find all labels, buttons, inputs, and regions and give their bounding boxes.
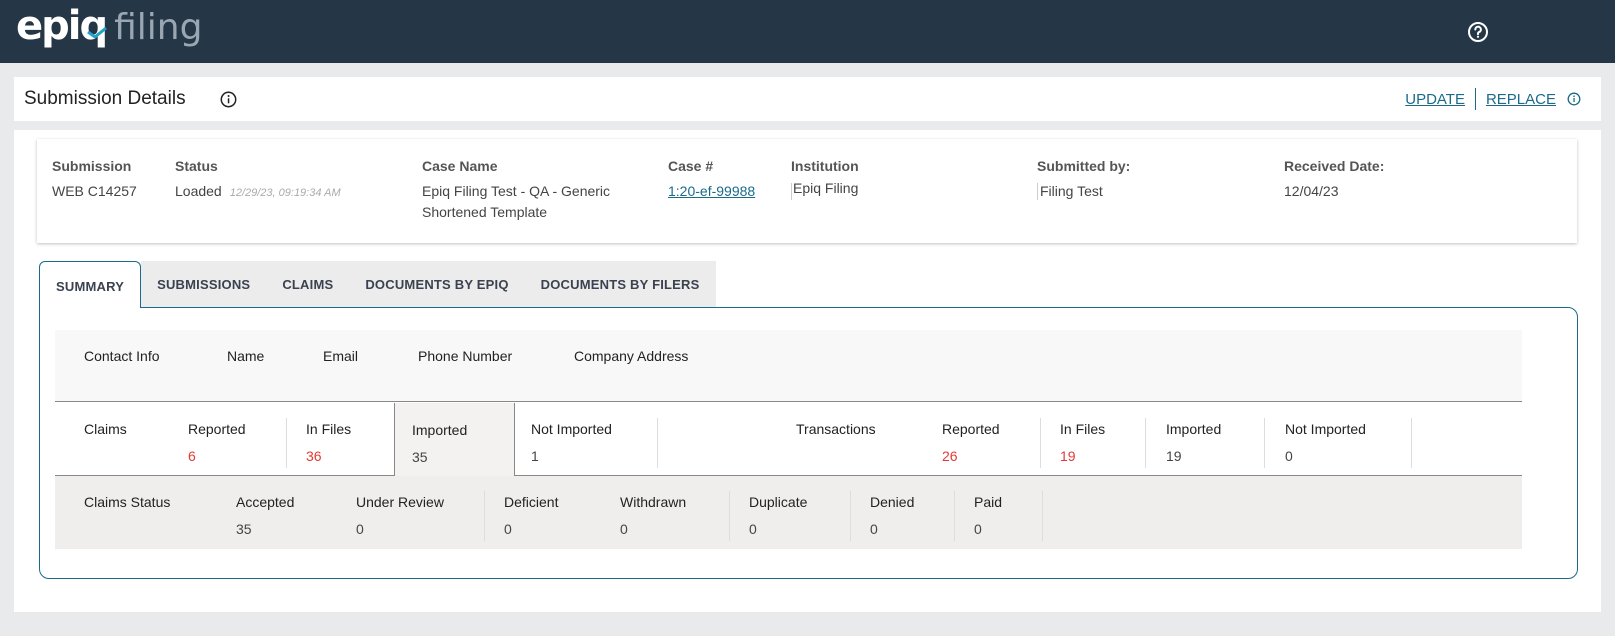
main-card: Submission WEB C14257 Status Loaded 12/29…: [14, 130, 1601, 612]
withdrawn-label: Withdrawn: [620, 494, 687, 510]
divider: [850, 491, 851, 541]
divider: [484, 491, 485, 541]
tab-submissions[interactable]: SUBMISSIONS: [141, 261, 267, 307]
transactions-in-files-label: In Files: [1060, 421, 1106, 437]
contact-info-label: Contact Info: [84, 348, 160, 364]
duplicate-value: 0: [749, 521, 757, 537]
submission-actions: UPDATE REPLACE: [1405, 88, 1556, 110]
divider: [1145, 418, 1146, 468]
case-number-link[interactable]: 1:20-ef-99988: [668, 181, 755, 202]
case-name-line: Shortened Template: [422, 204, 548, 220]
divider: [1474, 88, 1476, 110]
claims-status-label: Claims Status: [84, 494, 171, 510]
case-name-line: Epiq Filing Test - QA - Generic: [422, 183, 611, 199]
claims-not-imported-value: 1: [531, 448, 539, 464]
claims-transactions-row: Claims Reported 6 In Files 36 Imported 3…: [55, 403, 1522, 477]
tab-summary[interactable]: SUMMARY: [39, 261, 142, 308]
submission-value: WEB C14257: [52, 183, 137, 199]
page-title: Submission Details: [24, 88, 186, 109]
submission-label: Submission: [52, 158, 132, 174]
under-review-label: Under Review: [356, 494, 444, 510]
institution-value: Epiq Filing: [793, 180, 859, 196]
case-name-label: Case Name: [422, 158, 498, 174]
divider: [286, 418, 287, 468]
duplicate-label: Duplicate: [749, 494, 808, 510]
transactions-not-imported-label: Not Imported: [1285, 421, 1366, 437]
transactions-reported-value: 26: [942, 448, 958, 464]
top-bar: epiq filing: [0, 0, 1615, 63]
case-number-label: Case #: [668, 158, 714, 174]
claims-in-files-label: In Files: [306, 421, 352, 437]
claims-reported-label: Reported: [188, 421, 246, 437]
claims-not-imported-label: Not Imported: [531, 421, 612, 437]
claims-imported-cell[interactable]: [394, 403, 515, 477]
institution-label: Institution: [791, 158, 859, 174]
epiq-filing-logo[interactable]: epiq filing: [16, 6, 202, 56]
submission-info-box: Submission WEB C14257 Status Loaded 12/29…: [37, 139, 1577, 243]
help-circle-icon[interactable]: [1467, 21, 1489, 43]
transactions-reported-label: Reported: [942, 421, 1000, 437]
info-icon[interactable]: [220, 91, 237, 108]
withdrawn-value: 0: [620, 521, 628, 537]
divider: [1040, 418, 1041, 468]
contact-phone-header: Phone Number: [418, 348, 513, 364]
status-timestamp: 12/29/23, 09:19:34 AM: [229, 187, 341, 199]
update-link[interactable]: UPDATE: [1405, 91, 1465, 108]
transactions-imported-label: Imported: [1166, 421, 1222, 437]
submission-details-bar: Submission Details UPDATE REPLACE: [14, 77, 1601, 121]
status-label: Status: [175, 158, 218, 174]
denied-value: 0: [870, 521, 878, 537]
accepted-label: Accepted: [236, 494, 295, 510]
claims-label: Claims: [84, 421, 127, 437]
case-name-value: Epiq Filing Test - QA - Generic Shortene…: [422, 181, 610, 223]
status-value-group: Loaded 12/29/23, 09:19:34 AM: [175, 181, 341, 204]
divider: [1042, 491, 1043, 541]
tab-documents-by-filers[interactable]: DOCUMENTS BY FILERS: [524, 261, 716, 307]
paid-value: 0: [974, 521, 982, 537]
divider: [657, 418, 658, 468]
transactions-label: Transactions: [796, 421, 876, 437]
divider: [791, 183, 792, 200]
claims-reported-value: 6: [188, 448, 196, 464]
replace-link[interactable]: REPLACE: [1486, 91, 1556, 108]
tab-bar: SUMMARY SUBMISSIONS CLAIMS DOCUMENTS BY …: [39, 261, 716, 308]
submitted-by-value: Filing Test: [1040, 183, 1103, 199]
claims-in-files-value: 36: [306, 448, 322, 464]
claims-imported-value: 35: [412, 449, 428, 465]
claims-status-row: Claims Status Accepted 35 Under Review 0…: [55, 476, 1522, 549]
tab-claims[interactable]: CLAIMS: [266, 261, 350, 307]
contact-address-header: Company Address: [574, 348, 689, 364]
claims-imported-label: Imported: [412, 422, 468, 438]
received-date-label: Received Date:: [1284, 158, 1385, 174]
contact-name-header: Name: [227, 348, 265, 364]
accepted-value: 35: [236, 521, 252, 537]
deficient-label: Deficient: [504, 494, 559, 510]
transactions-not-imported-value: 0: [1285, 448, 1293, 464]
logo-sub-text: filing: [114, 7, 203, 48]
transactions-imported-value: 19: [1166, 448, 1182, 464]
divider: [954, 491, 955, 541]
received-date-value: 12/04/23: [1284, 183, 1339, 199]
contact-email-header: Email: [323, 348, 359, 364]
contact-info-row: Contact Info Name Email Phone Number Com…: [55, 330, 1522, 402]
under-review-value: 0: [356, 521, 364, 537]
divider: [1037, 183, 1038, 200]
divider: [1411, 418, 1412, 468]
divider: [1264, 418, 1265, 468]
deficient-value: 0: [504, 521, 512, 537]
divider: [729, 491, 730, 541]
replace-info-icon[interactable]: [1567, 92, 1581, 106]
tab-documents-by-epiq[interactable]: DOCUMENTS BY EPIQ: [349, 261, 525, 307]
summary-panel: Contact Info Name Email Phone Number Com…: [39, 307, 1578, 579]
paid-label: Paid: [974, 494, 1003, 510]
logo-check-mark-icon: [87, 26, 107, 38]
transactions-in-files-value: 19: [1060, 448, 1076, 464]
denied-label: Denied: [870, 494, 915, 510]
submitted-by-label: Submitted by:: [1037, 158, 1131, 174]
status-value: Loaded: [175, 183, 222, 199]
